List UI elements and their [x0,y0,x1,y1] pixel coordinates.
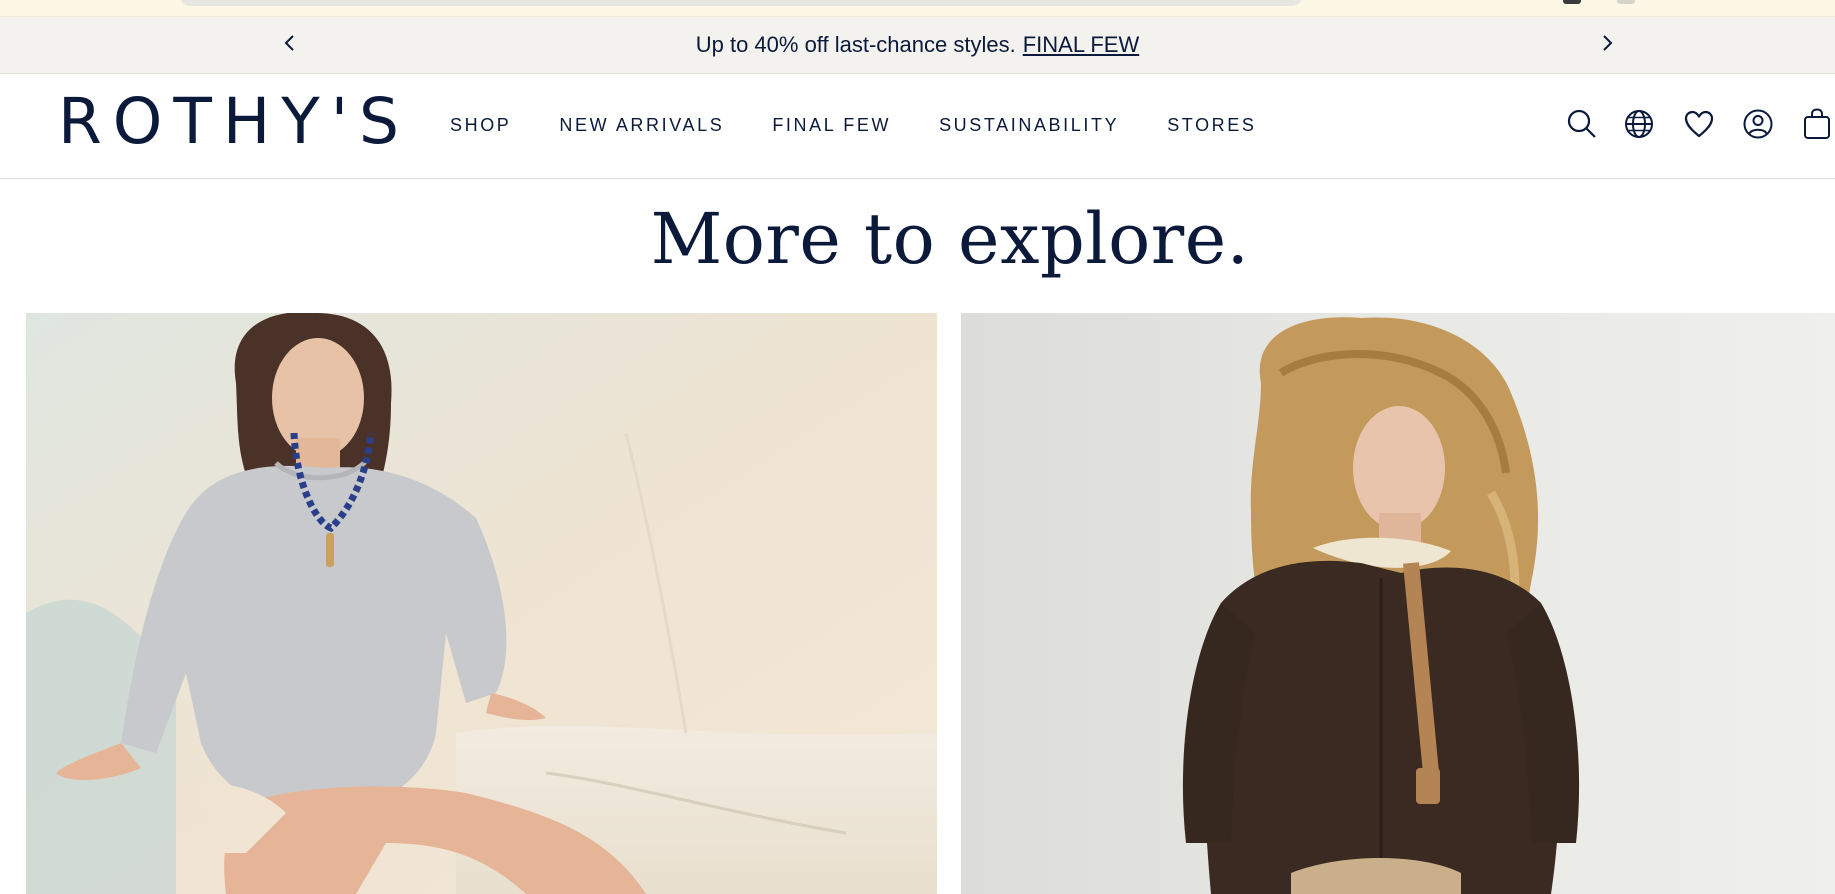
search-icon [1567,109,1596,138]
browser-top-strip [0,0,1835,17]
site-header: ROTHY'S SHOP NEW ARRIVALS FINAL FEW SUST… [0,74,1835,179]
cart-button[interactable] [1800,107,1834,141]
bag-icon [1804,108,1830,139]
model-photo-right [961,313,1835,894]
account-button[interactable] [1741,107,1775,141]
explore-tile-left[interactable] [26,313,937,894]
promo-prev-arrow[interactable] [277,28,303,58]
nav-item-shop[interactable]: SHOP [450,116,511,134]
model-photo-left [26,313,937,894]
chevron-right-icon [1603,35,1613,51]
promo-text: Up to 40% off last-chance styles. [695,32,1016,57]
nav-item-stores[interactable]: STORES [1167,116,1256,134]
promo-next-arrow[interactable] [1594,28,1620,58]
search-button[interactable] [1565,107,1599,141]
locale-button[interactable] [1622,107,1656,141]
brand-logo[interactable]: ROTHY'S [58,90,410,153]
nav-item-final-few[interactable]: FINAL FEW [772,116,891,134]
promo-link[interactable]: FINAL FEW [1023,32,1140,58]
top-mini-icon[interactable] [1617,0,1635,4]
top-search-pill[interactable] [180,0,1302,6]
heart-icon [1684,110,1714,138]
globe-icon [1625,110,1653,138]
main-nav: SHOP NEW ARRIVALS FINAL FEW SUSTAINABILI… [450,116,1256,134]
nav-item-new-arrivals[interactable]: NEW ARRIVALS [559,116,724,134]
top-mini-icon[interactable] [1563,0,1581,4]
promo-bar: Up to 40% off last-chance styles. FINAL … [0,17,1835,74]
account-icon [1743,109,1773,139]
section-title: More to explore. [650,198,1250,280]
chevron-left-icon [284,35,294,51]
wishlist-button[interactable] [1682,107,1716,141]
nav-item-sustainability[interactable]: SUSTAINABILITY [939,116,1119,134]
explore-tile-right[interactable] [961,313,1835,894]
